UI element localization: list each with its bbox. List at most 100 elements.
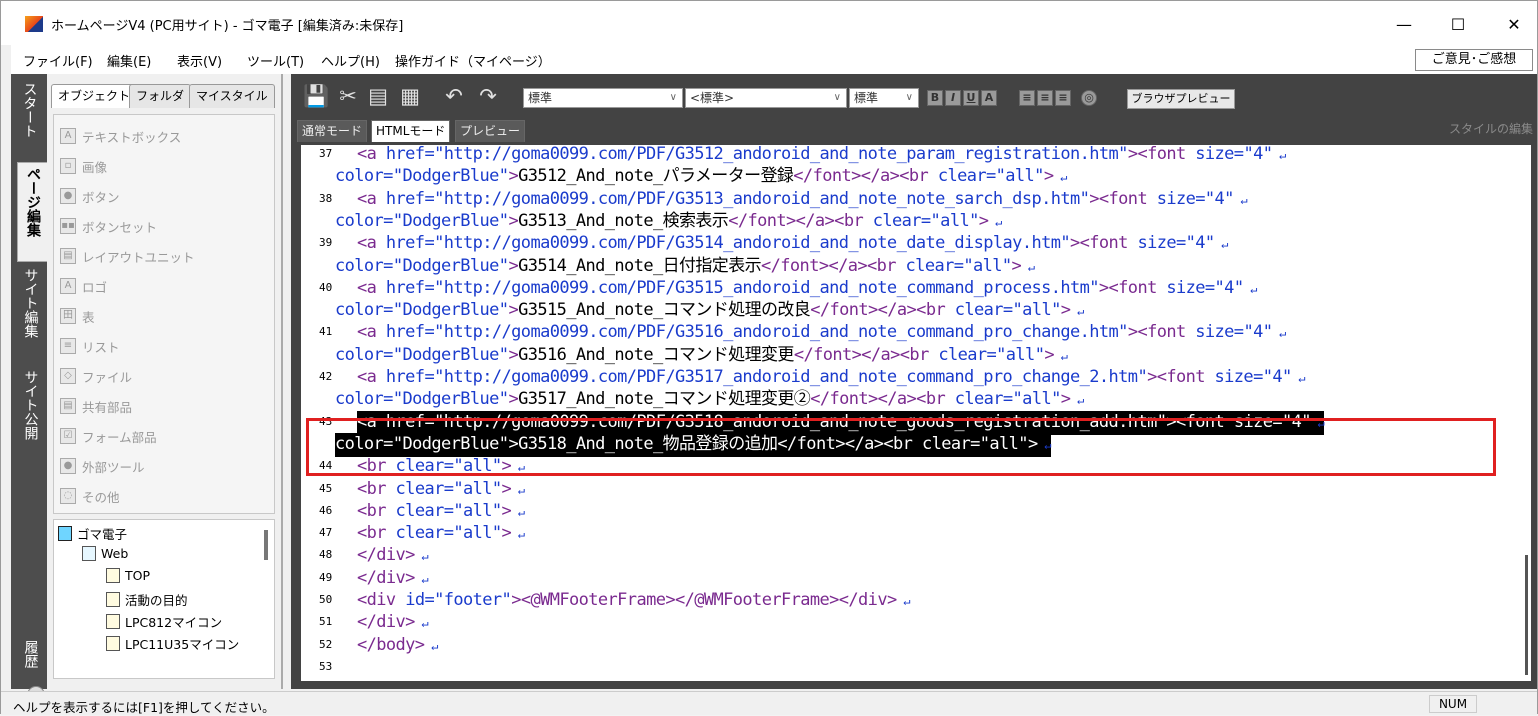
code-line[interactable]: 52 </body> ↵ <box>301 634 1523 657</box>
object-item[interactable]: ◌ その他 <box>60 485 120 507</box>
maximize-button[interactable]: ☐ <box>1435 11 1481 39</box>
vtab-site-edit[interactable]: サイト編集 <box>15 268 45 343</box>
code-line[interactable]: 46 <br clear="all"> ↵ <box>301 500 1523 523</box>
code-line[interactable]: 47 <br clear="all"> ↵ <box>301 522 1523 545</box>
vtab-history[interactable]: 履歴 <box>15 640 45 673</box>
object-item[interactable]: A ロゴ <box>60 275 107 297</box>
code-line[interactable]: 48 </div> ↵ <box>301 544 1523 567</box>
code-line[interactable]: color="DodgerBlue">G3513_And_note_検索表示</… <box>301 210 1523 233</box>
minimize-button[interactable]: — <box>1381 11 1427 39</box>
window-title: ホームページV4 (PC用サイト) - ゴマ電子 [編集済み:未保存] <box>51 19 404 34</box>
code-line[interactable]: 37 <a href="http://goma0099.com/PDF/G3512… <box>301 145 1523 166</box>
menu-help[interactable]: ヘルプ(H) <box>321 51 380 70</box>
tab-my-styles[interactable]: マイスタイル <box>189 84 275 108</box>
redo-icon[interactable]: ↷ <box>475 84 501 108</box>
tab-preview[interactable]: プレビュー <box>455 120 526 142</box>
page-file-icon <box>106 636 120 651</box>
object-item[interactable]: ▤ 共有部品 <box>60 395 132 417</box>
code-line[interactable]: color="DodgerBlue">G3516_And_note_コマンド処理… <box>301 344 1523 367</box>
feedback-button[interactable]: ご意見･ご感想 <box>1415 49 1533 71</box>
object-item[interactable]: ▤ レイアウトユニット <box>60 245 195 267</box>
html-code-editor[interactable]: 37 <a href="http://goma0099.com/PDF/G3512… <box>301 145 1523 681</box>
tab-objects[interactable]: オブジェクト <box>51 84 138 108</box>
code-line[interactable]: 49 </div> ↵ <box>301 567 1523 590</box>
menu-file[interactable]: ファイル(F) <box>23 51 93 70</box>
tree-root[interactable]: ゴマ電子 <box>58 524 127 543</box>
code-line[interactable]: color="DodgerBlue">G3514_And_note_日付指定表示… <box>301 255 1523 278</box>
italic-button[interactable]: I <box>945 90 961 106</box>
bold-button[interactable]: B <box>927 90 943 106</box>
code-line[interactable]: 41 <a href="http://goma0099.com/PDF/G3516… <box>301 321 1523 344</box>
code-line[interactable]: 38 <a href="http://goma0099.com/PDF/G3513… <box>301 188 1523 211</box>
code-token: ><font <box>1098 277 1167 298</box>
line-return-icon: ↵ <box>988 214 1002 229</box>
object-item[interactable]: 田表 <box>60 305 95 327</box>
web-folder-icon <box>82 546 96 561</box>
cut-icon[interactable]: ✂ <box>335 84 361 108</box>
code-line[interactable]: 50 <div id="footer"><@WMFooterFrame></@WM… <box>301 589 1523 612</box>
code-line[interactable]: 42 <a href="http://goma0099.com/PDF/G3517… <box>301 366 1523 389</box>
editor-scrollbar[interactable] <box>1523 145 1531 681</box>
align-left-icon[interactable]: ≡ <box>1019 90 1035 106</box>
line-number: 38 <box>319 191 333 205</box>
style-edit-link[interactable]: スタイルの編集 <box>1449 120 1533 137</box>
object-item[interactable]: ▫ 画像 <box>60 155 107 177</box>
font-color-button[interactable]: A <box>981 90 997 106</box>
tree-page[interactable]: LPC11U35マイコン <box>106 634 239 653</box>
tab-normal-mode[interactable]: 通常モード <box>297 120 368 142</box>
vtab-start[interactable]: スタート <box>15 82 43 143</box>
menu-edit[interactable]: 編集(E) <box>107 51 151 70</box>
tree-scrollbar[interactable] <box>264 530 268 560</box>
align-center-icon[interactable]: ≡ <box>1037 90 1053 106</box>
object-item[interactable]: ● 外部ツール <box>60 455 145 477</box>
link-icon[interactable]: ◎ <box>1081 90 1097 106</box>
object-item[interactable]: ● ボタン <box>60 185 120 207</box>
vtab-page-edit-label: ページ編集 <box>25 167 41 237</box>
tab-folders[interactable]: フォルダ <box>129 84 192 108</box>
tag-select[interactable]: <標準> ∨ <box>685 88 847 108</box>
code-line[interactable]: 51 </div> ↵ <box>301 611 1523 634</box>
align-right-icon[interactable]: ≡ <box>1055 90 1071 106</box>
code-token: > <box>501 523 512 544</box>
menu-guide[interactable]: 操作ガイド（マイページ） <box>395 51 551 70</box>
object-item[interactable]: A テキストボックス <box>60 125 181 147</box>
code-line[interactable]: 40 <a href="http://goma0099.com/PDF/G3515… <box>301 277 1523 300</box>
paste-icon[interactable]: ▦ <box>397 84 423 108</box>
menu-view[interactable]: 表示(V) <box>177 51 222 70</box>
code-line[interactable]: 53 <box>301 656 1523 679</box>
code-token: "all" <box>453 500 502 521</box>
close-button[interactable]: ✕ <box>1491 11 1537 39</box>
code-text: <a href="http://goma0099.com/PDF/G3513_a… <box>357 188 1248 212</box>
copy-icon[interactable]: ▤ <box>365 84 391 108</box>
code-line[interactable]: color="DodgerBlue">G3512_And_note_パラメーター… <box>301 165 1523 188</box>
style-select[interactable]: 標準 ∨ <box>523 88 683 108</box>
tree-page[interactable]: TOP <box>106 568 150 583</box>
object-item[interactable]: ▪▪ ボタンセット <box>60 215 157 237</box>
object-item[interactable]: ≡ リスト <box>60 335 120 357</box>
menu-tools[interactable]: ツール(T) <box>247 51 304 70</box>
editor-scrollbar-thumb[interactable] <box>1525 555 1528 675</box>
underline-button[interactable]: U <box>963 90 979 106</box>
browser-preview-button[interactable]: ブラウザプレビュー <box>1127 89 1235 109</box>
code-token: </div> <box>357 567 415 588</box>
tree-page[interactable]: 活動の目的 <box>106 590 188 609</box>
object-item[interactable]: ☑ フォーム部品 <box>60 425 157 447</box>
line-number: 48 <box>319 548 333 562</box>
save-icon[interactable]: 💾 <box>303 84 329 108</box>
vtab-page-edit[interactable]: ページ編集 <box>17 162 47 262</box>
size-select[interactable]: 標準 ∨ <box>849 88 919 108</box>
object-item-label: 共有部品 <box>82 399 133 415</box>
code-line[interactable]: color="DodgerBlue">G3517_And_note_コマンド処理… <box>301 388 1523 411</box>
style-select-value: 標準 <box>528 91 553 105</box>
code-line[interactable]: 45 <br clear="all"> ↵ <box>301 478 1523 501</box>
tab-html-mode[interactable]: HTMLモード <box>371 120 451 142</box>
undo-icon[interactable]: ↶ <box>441 84 467 108</box>
tree-web[interactable]: Web <box>82 546 128 561</box>
tree-page[interactable]: LPC812マイコン <box>106 612 222 631</box>
object-item-label: ボタンセット <box>82 219 158 235</box>
vtab-site-publish[interactable]: サイト公開 <box>15 370 45 445</box>
object-item[interactable]: ◇ ファイル <box>60 365 132 387</box>
code-line[interactable]: color="DodgerBlue">G3515_And_note_コマンド処理… <box>301 299 1523 322</box>
code-line[interactable]: 39 <a href="http://goma0099.com/PDF/G3514… <box>301 232 1523 255</box>
code-token: "4" <box>1243 145 1273 164</box>
